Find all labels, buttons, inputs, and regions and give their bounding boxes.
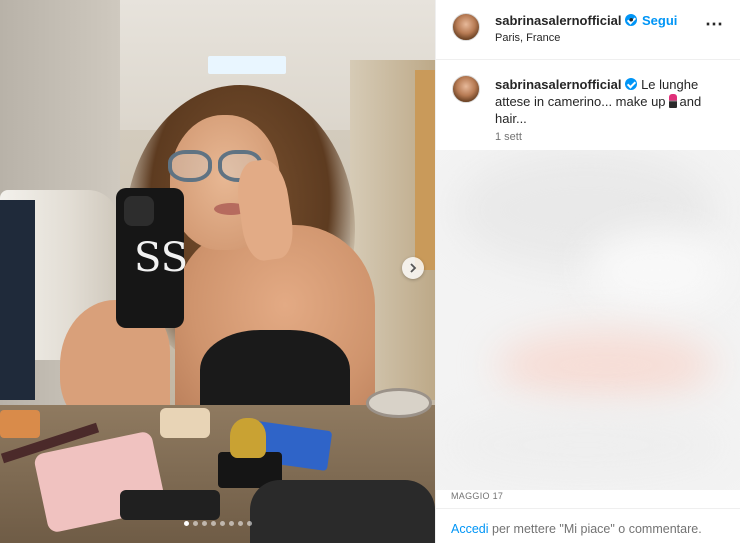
photo-bell <box>230 418 266 458</box>
photo-bag <box>250 480 435 543</box>
carousel-dot <box>237 521 243 526</box>
photo-poster <box>415 70 435 270</box>
carousel-dot <box>210 521 216 526</box>
carousel-dot <box>228 521 234 526</box>
verified-badge-icon <box>625 78 638 90</box>
post-photo[interactable]: SS <box>0 0 435 543</box>
photo-bowl <box>366 388 432 418</box>
login-prompt-rest: per mettere "Mi piace" o commentare. <box>492 522 702 536</box>
blurred-comments-area <box>436 150 740 490</box>
carousel-dot <box>183 521 189 526</box>
post-time-ago[interactable]: 1 sett <box>495 131 522 143</box>
photo-compact <box>120 490 220 520</box>
caption: sabrinasalernofficial Le lunghe attese i… <box>436 61 740 151</box>
post-details-panel: sabrinasalernofficial • Segui Paris, Fra… <box>435 0 740 543</box>
caption-username[interactable]: sabrinasalernofficial <box>495 77 621 92</box>
carousel-dot <box>219 521 225 526</box>
login-prompt-text: Accedi per mettere "Mi piace" o commenta… <box>451 522 702 536</box>
carousel-dot <box>201 521 207 526</box>
phone-logo: SS <box>134 235 189 281</box>
photo-phone: SS <box>116 188 188 328</box>
caption-avatar[interactable] <box>452 75 480 103</box>
caption-text: sabrinasalernofficial Le lunghe attese i… <box>495 76 715 127</box>
more-options-icon[interactable]: ⋯ <box>705 14 724 35</box>
photo-jar <box>160 408 210 438</box>
username-link[interactable]: sabrinasalernofficial <box>495 13 638 28</box>
phone-camera <box>124 196 154 226</box>
chevron-right-icon <box>410 263 417 273</box>
next-slide-button[interactable] <box>402 257 424 279</box>
carousel-dot <box>246 521 252 526</box>
photo-palette <box>0 410 40 438</box>
carousel-dot <box>192 521 198 526</box>
username-text[interactable]: sabrinasalernofficial <box>495 13 621 28</box>
lipstick-emoji-icon <box>668 94 677 108</box>
follow-button[interactable]: Segui <box>642 13 677 28</box>
avatar[interactable] <box>452 13 480 41</box>
photo-dark-cloth <box>0 200 35 400</box>
post-header: sabrinasalernofficial • Segui Paris, Fra… <box>436 0 740 60</box>
login-link[interactable]: Accedi <box>451 522 489 536</box>
login-prompt: Accedi per mettere "Mi piace" o commenta… <box>436 508 740 543</box>
location-link[interactable]: Paris, France <box>495 32 560 44</box>
carousel-dots <box>0 521 435 526</box>
ceiling-light <box>208 56 286 74</box>
post-date: MAGGIO 17 <box>451 491 504 501</box>
separator-dot: • <box>629 12 634 27</box>
